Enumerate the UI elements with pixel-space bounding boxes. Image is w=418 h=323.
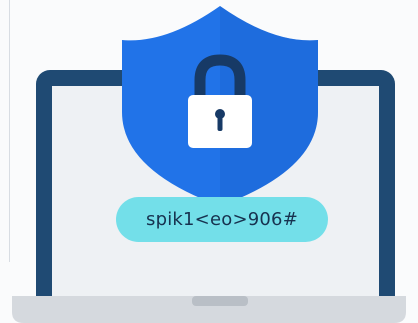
password-text: spik1<eo>906# [146,209,298,230]
laptop-shield-illustration [12,6,406,323]
laptop-notch [192,296,248,306]
password-pill: spik1<eo>906# [116,197,328,242]
security-illustration: spik1<eo>906# [0,0,418,323]
padlock-keyhole-slot [217,115,223,131]
